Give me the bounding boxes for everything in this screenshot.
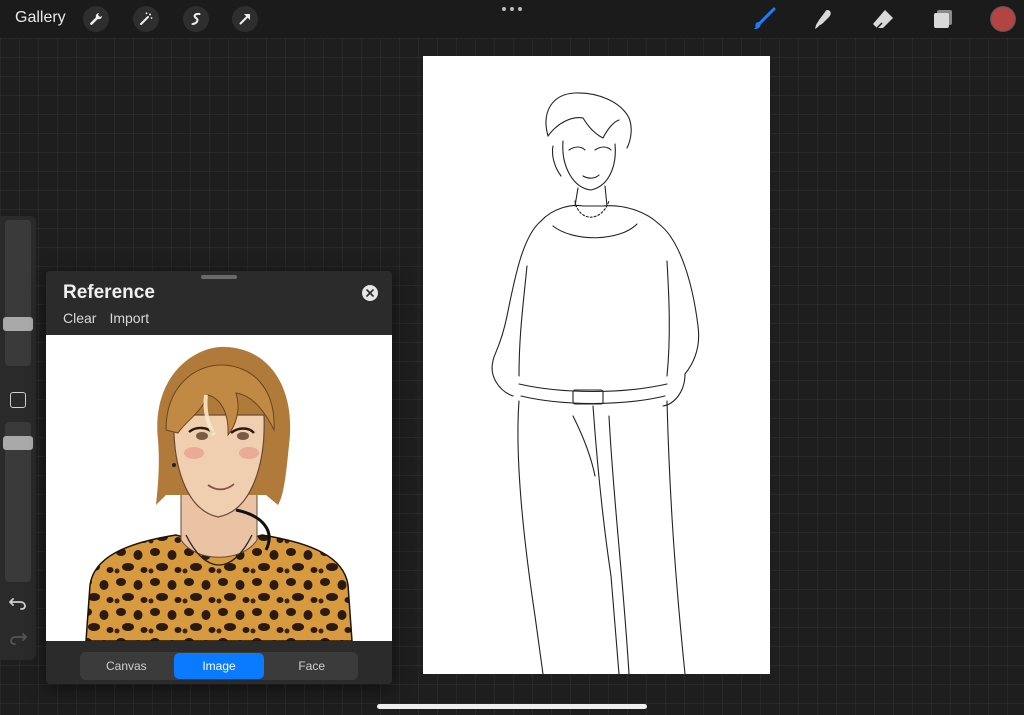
redo-icon[interactable]: [8, 630, 28, 646]
reference-mode-tabs: Canvas Image Face: [80, 652, 358, 680]
import-button[interactable]: Import: [109, 310, 149, 326]
eraser-icon: [873, 10, 893, 29]
reference-image: [46, 335, 392, 641]
layers-button[interactable]: [930, 6, 956, 32]
selection-button[interactable]: [183, 6, 209, 32]
adjustments-button[interactable]: [133, 6, 159, 32]
top-toolbar: Gallery: [0, 0, 1024, 38]
home-indicator[interactable]: [377, 704, 647, 709]
brush-size-handle[interactable]: [3, 316, 33, 331]
tab-face[interactable]: Face: [266, 653, 357, 679]
wrench-icon: [90, 13, 102, 25]
gallery-button[interactable]: Gallery: [15, 9, 66, 27]
layers-icon: [934, 10, 952, 28]
sketch-artwork: [491, 92, 700, 674]
tab-image[interactable]: Image: [173, 653, 265, 679]
opacity-handle[interactable]: [3, 436, 33, 451]
close-reference-button[interactable]: [362, 285, 378, 301]
smudge-tool-button[interactable]: [810, 6, 836, 32]
selection-icon: [191, 12, 201, 25]
actions-button[interactable]: [83, 6, 109, 32]
reference-title: Reference: [63, 282, 155, 303]
transform-button[interactable]: [232, 6, 258, 32]
eraser-tool-button[interactable]: [870, 6, 896, 32]
smudge-icon: [815, 10, 831, 29]
modify-button[interactable]: [10, 392, 26, 408]
undo-icon[interactable]: [8, 595, 28, 611]
brush-icon: [753, 7, 776, 30]
panel-drag-handle[interactable]: [201, 275, 237, 279]
brush-size-slider[interactable]: [5, 220, 31, 366]
close-icon: [366, 289, 374, 297]
brush-tool-button[interactable]: [751, 6, 777, 32]
reference-portrait-illustration: [85, 346, 353, 641]
magic-wand-icon: [140, 12, 153, 25]
left-sidebar: [0, 216, 36, 660]
transform-arrow-icon: [239, 14, 250, 25]
color-picker-button[interactable]: [991, 7, 1015, 31]
reference-panel: Reference Clear Import Canvas Image Face: [46, 271, 392, 684]
more-options-button[interactable]: [502, 4, 522, 14]
tab-canvas[interactable]: Canvas: [81, 653, 172, 679]
reference-actions: Clear Import: [63, 310, 162, 326]
clear-button[interactable]: Clear: [63, 310, 96, 326]
drawing-canvas[interactable]: [423, 56, 770, 674]
